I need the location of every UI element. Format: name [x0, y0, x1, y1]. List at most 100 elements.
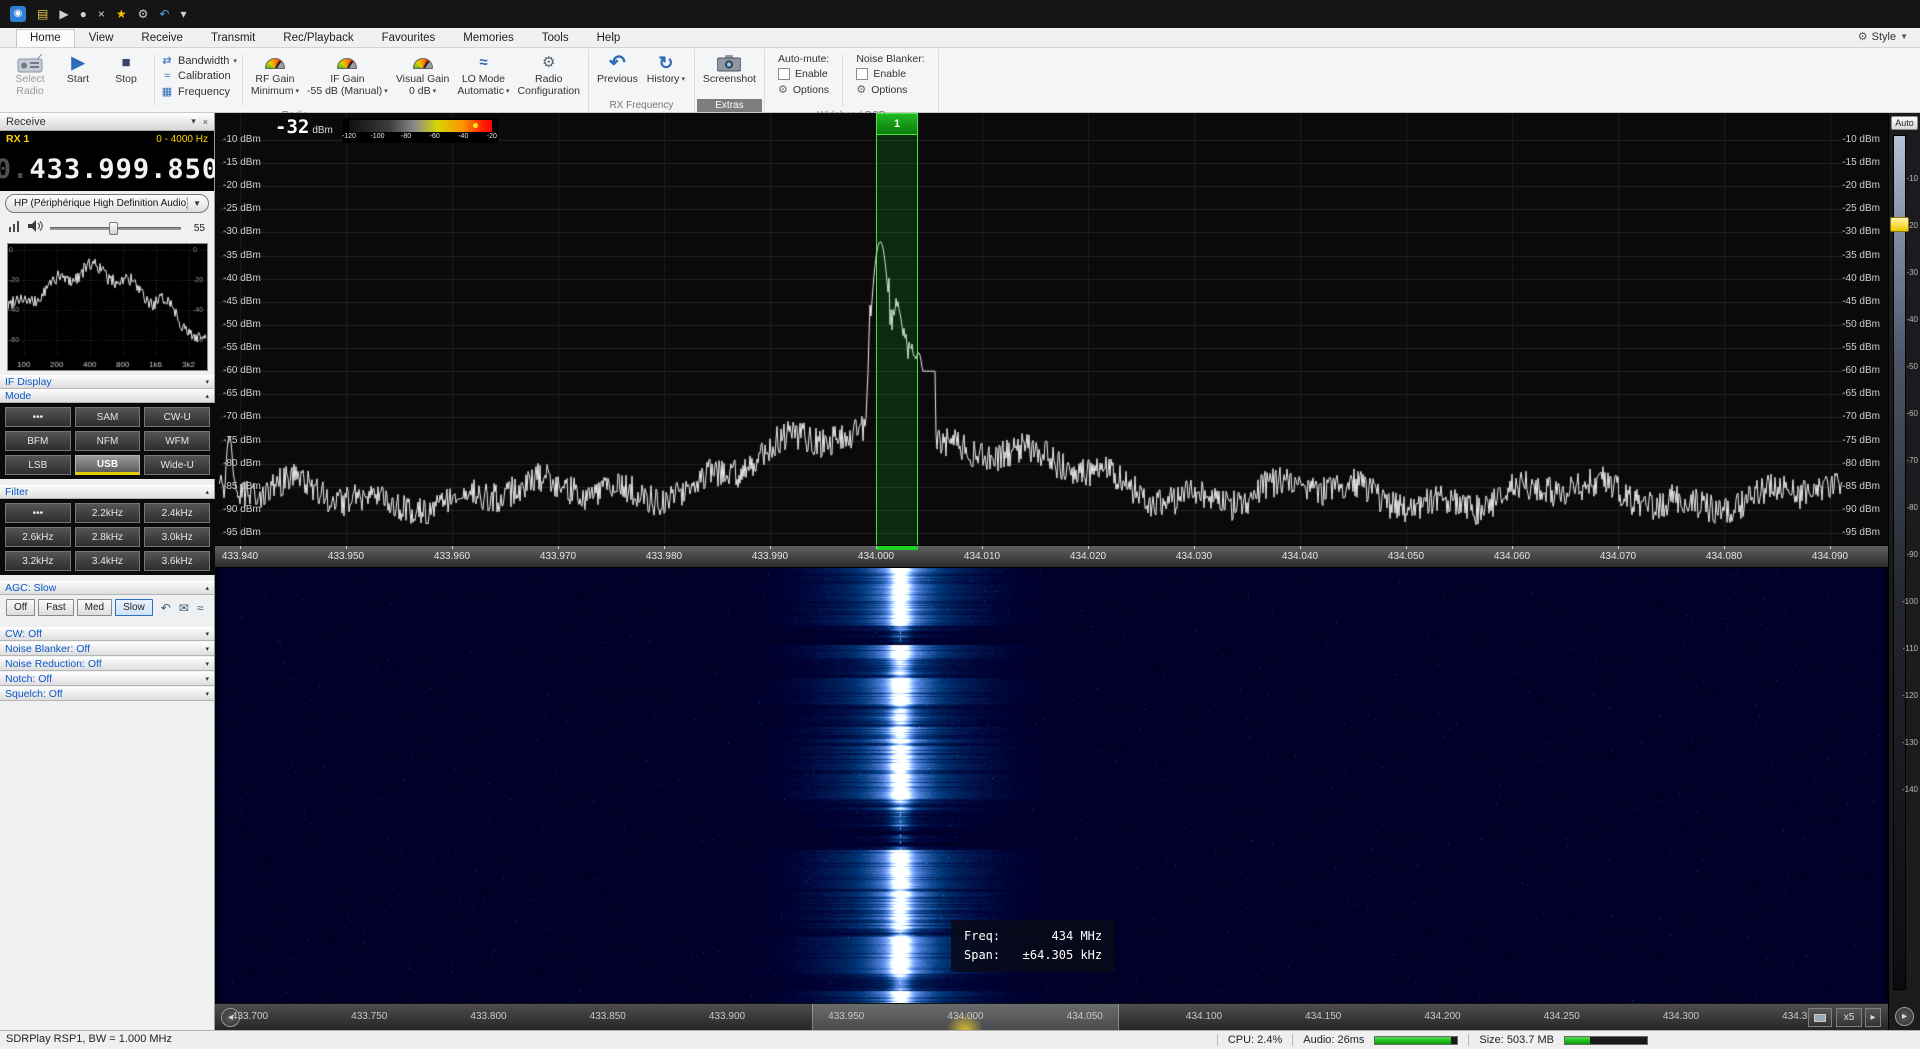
rf-gain-button[interactable]: RF Gain Minimum ▾	[248, 51, 302, 99]
calibration-button[interactable]: ≈ Calibration	[160, 70, 237, 82]
visual-gain-button[interactable]: Visual Gain 0 dB ▾	[393, 51, 453, 99]
mode-button-wide-u[interactable]: Wide-U	[144, 455, 210, 475]
equalizer-icon[interactable]	[9, 219, 21, 237]
agc-button-med[interactable]: Med	[76, 599, 113, 616]
tools-icon[interactable]: ⚙	[138, 8, 149, 20]
tab-tools[interactable]: Tools	[528, 29, 583, 47]
frequency-display[interactable]: 0. 433.999.850	[0, 147, 218, 191]
history-button[interactable]: ↻ History ▾	[643, 51, 689, 87]
agc-button-off[interactable]: Off	[6, 599, 36, 616]
filter-button-3-6khz[interactable]: 3.6kHz	[144, 551, 210, 571]
radio-configuration-button[interactable]: ⚙ Radio Configuration	[515, 51, 583, 99]
agc-undo-icon[interactable]: ↶	[161, 601, 171, 615]
agc-curve-icon[interactable]: ≈	[197, 601, 204, 615]
tooltip-span-value: ±64.305 kHz	[1022, 948, 1103, 962]
mode-button-more[interactable]: •••	[5, 407, 71, 427]
mode-button-lsb[interactable]: LSB	[5, 455, 71, 475]
noise-blanker-options-button[interactable]: ⚙ Options	[856, 83, 924, 97]
navigator-right-button[interactable]: ▸	[1895, 1007, 1914, 1026]
mode-button-cw-u[interactable]: CW-U	[144, 407, 210, 427]
section-noise-reduction[interactable]: Noise Reduction: Off ▾	[0, 657, 214, 671]
mode-button-usb[interactable]: USB	[74, 455, 141, 475]
frequency-navigator[interactable]: ◂ 433.700 433.750 433.800 433.850 433.900 433…	[215, 1003, 1888, 1031]
auto-mute-options-button[interactable]: ⚙ Options	[778, 83, 829, 97]
speaker-icon[interactable]	[28, 219, 43, 237]
navigator-freq-label: 433.950	[828, 1011, 865, 1022]
start-button[interactable]: ▶ Start	[55, 51, 101, 87]
style-selector[interactable]: ⚙ Style ▼	[1858, 30, 1908, 44]
section-if-display[interactable]: IF Display ▾	[0, 375, 214, 389]
bandwidth-button[interactable]: ⇄ Bandwidth ▾	[160, 54, 237, 68]
tab-view[interactable]: View	[75, 29, 128, 47]
db-axis-label: -20 dBm	[1842, 180, 1880, 192]
tab-favourites[interactable]: Favourites	[368, 29, 450, 47]
range-slider-track[interactable]	[1893, 135, 1906, 990]
app-icon[interactable]: ◉	[10, 6, 26, 22]
filter-button-2-6khz[interactable]: 2.6kHz	[5, 527, 71, 547]
agc-button-slow[interactable]: Slow	[115, 599, 153, 616]
tab-memories[interactable]: Memories	[449, 29, 527, 47]
range-slider-handle[interactable]	[1890, 217, 1909, 232]
freq-axis-tick	[664, 546, 665, 549]
auto-mute-enable-checkbox[interactable]: Enable	[777, 68, 829, 80]
navigator-zoom-button[interactable]: x5	[1836, 1008, 1862, 1027]
close-icon[interactable]: ×	[98, 8, 105, 20]
mode-button-nfm[interactable]: NFM	[74, 431, 141, 451]
record-icon[interactable]: ●	[80, 8, 87, 20]
filter-passband-region[interactable]	[876, 135, 918, 545]
tab-transmit[interactable]: Transmit	[197, 29, 269, 47]
auto-range-button[interactable]: Auto	[1891, 116, 1918, 130]
volume-row: 55	[0, 215, 214, 241]
lo-mode-button[interactable]: ≈ LO Mode Automatic ▾	[454, 51, 512, 99]
section-squelch[interactable]: Squelch: Off ▾	[0, 687, 214, 701]
open-folder-icon[interactable]: ▤	[37, 8, 48, 20]
chevron-down-icon[interactable]: ▾	[191, 116, 196, 127]
navigator-display-button[interactable]	[1808, 1008, 1832, 1027]
tab-home[interactable]: Home	[16, 29, 75, 47]
section-noise-blanker[interactable]: Noise Blanker: Off ▾	[0, 642, 214, 656]
undo-icon[interactable]: ↶	[159, 8, 169, 20]
filter-button-3-0khz[interactable]: 3.0kHz	[144, 527, 210, 547]
spectrum-canvas[interactable]	[219, 113, 1843, 545]
volume-slider-thumb[interactable]	[108, 222, 118, 235]
section-notch[interactable]: Notch: Off ▾	[0, 672, 214, 686]
noise-blanker-enable-checkbox[interactable]: Enable	[856, 68, 924, 80]
mode-button-wfm[interactable]: WFM	[144, 431, 210, 451]
previous-frequency-button[interactable]: ↶ Previous	[594, 51, 641, 87]
filter-button-grid: ••• 2.2kHz 2.4kHz 2.6kHz 2.8kHz 3.0kHz 3.2kHz 3…	[0, 499, 215, 575]
if-gain-button[interactable]: IF Gain -55 dB (Manual) ▾	[304, 51, 391, 99]
waterfall-panel[interactable]: Freq: 434 MHz Span: ±64.305 kHz	[215, 568, 1888, 1003]
filter-button-3-2khz[interactable]: 3.2kHz	[5, 551, 71, 571]
tab-help[interactable]: Help	[583, 29, 635, 47]
section-agc[interactable]: AGC: Slow ▴	[0, 581, 214, 595]
navigator-expand-button[interactable]: ▸	[1865, 1008, 1881, 1027]
spectrum-frequency-scale[interactable]: 433.940 433.950 433.960 433.970 433.980 433.9…	[215, 545, 1888, 568]
select-radio-button[interactable]: Select Radio	[7, 51, 53, 99]
frequency-button[interactable]: ▦ Frequency	[160, 85, 237, 99]
filter-button-2-8khz[interactable]: 2.8kHz	[74, 527, 141, 547]
section-mode[interactable]: Mode ▴	[0, 389, 214, 403]
mode-button-bfm[interactable]: BFM	[5, 431, 71, 451]
filter-button-more[interactable]: •••	[5, 503, 71, 523]
audio-device-select[interactable]: HP (Périphérique High Definition Audio) …	[5, 193, 209, 213]
ribbon: Select Radio ▶ Start ■ Stop ⇄ Bandwidth	[0, 48, 1920, 121]
filter-button-2-2khz[interactable]: 2.2kHz	[74, 503, 141, 523]
tab-receive[interactable]: Receive	[127, 29, 197, 47]
filter-button-2-4khz[interactable]: 2.4kHz	[144, 503, 210, 523]
filter-button-3-4khz[interactable]: 3.4kHz	[74, 551, 141, 571]
agc-envelope-icon[interactable]: ✉	[179, 601, 189, 615]
rx-marker[interactable]: 1	[876, 113, 918, 135]
volume-slider[interactable]	[50, 221, 181, 235]
customize-toolbar-icon[interactable]: ▾	[180, 8, 186, 20]
section-cw[interactable]: CW: Off ▾	[0, 627, 214, 641]
screenshot-button[interactable]: Screenshot	[700, 51, 759, 87]
stop-button[interactable]: ■ Stop	[103, 51, 149, 87]
favourites-icon[interactable]: ★	[116, 8, 127, 20]
meter-tick-label: -20	[486, 133, 497, 140]
close-icon[interactable]: ×	[203, 117, 208, 127]
section-filter[interactable]: Filter ▴	[0, 485, 214, 499]
start-playback-icon[interactable]: ▶	[59, 8, 68, 20]
agc-button-fast[interactable]: Fast	[38, 599, 74, 616]
tab-rec-playback[interactable]: Rec/Playback	[269, 29, 367, 47]
mode-button-sam[interactable]: SAM	[74, 407, 141, 427]
